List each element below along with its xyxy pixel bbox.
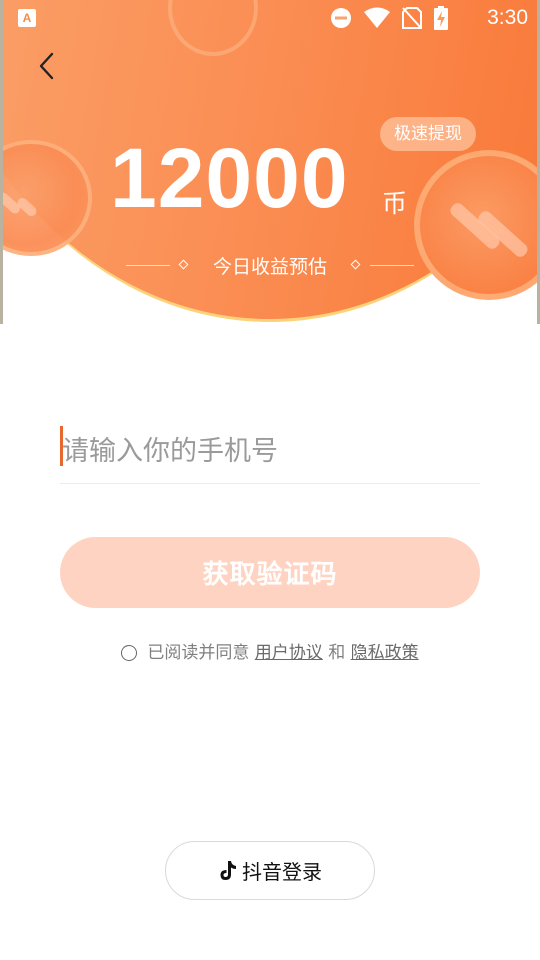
back-button[interactable] (30, 48, 66, 84)
status-time: 3:30 (487, 6, 528, 29)
do-not-disturb-icon (331, 8, 351, 28)
agreement-and: 和 (328, 643, 346, 663)
fast-withdraw-badge[interactable]: 极速提现 (380, 117, 476, 151)
douyin-login-button[interactable]: 抖音登录 (165, 841, 375, 900)
status-bar: A 3:30 (0, 0, 540, 36)
agreement-prefix: 已阅读并同意 (147, 643, 250, 663)
battery-charging-icon (434, 6, 448, 30)
wifi-icon (364, 7, 390, 28)
get-verification-code-button[interactable]: 获取验证码 (60, 537, 480, 608)
no-sim-icon (402, 7, 422, 29)
app-notification-icon: A (18, 9, 36, 27)
agreement-checkbox[interactable] (121, 645, 138, 661)
status-icons (330, 6, 448, 30)
agreement-row: 已阅读并同意 用户协议 和 隐私政策 (0, 638, 540, 663)
currency-unit: 币 (382, 189, 408, 218)
earnings-subtitle: 今日收益预估 (212, 256, 327, 278)
user-agreement-link[interactable]: 用户协议 (255, 643, 323, 663)
phone-input[interactable] (60, 420, 480, 484)
privacy-policy-link[interactable]: 隐私政策 (351, 643, 419, 663)
text-cursor (60, 426, 63, 466)
douyin-login-label: 抖音登录 (242, 860, 322, 884)
douyin-icon (220, 860, 236, 880)
earnings-subtitle-row: 今日收益预估 (0, 252, 540, 280)
subtitle-line-right (370, 265, 414, 266)
estimated-earnings-amount: 12000 (110, 131, 349, 225)
